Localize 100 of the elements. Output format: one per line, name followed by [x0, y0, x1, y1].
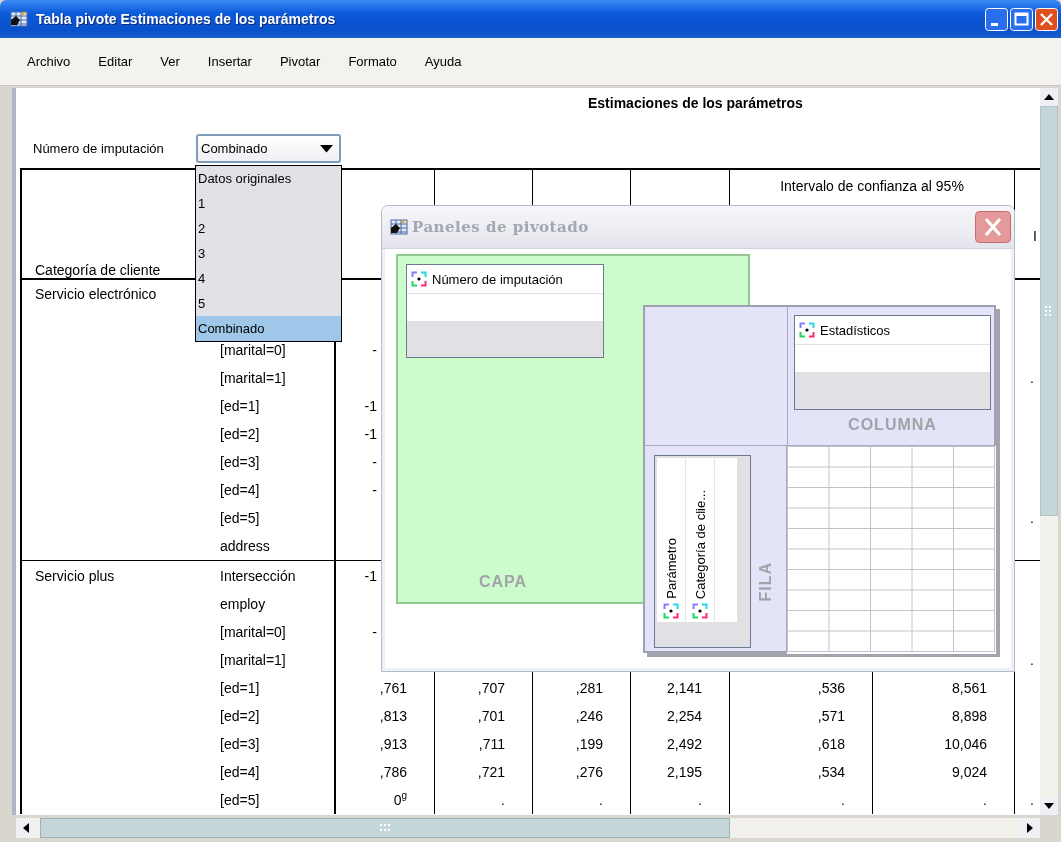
- minimize-button[interactable]: [985, 7, 1008, 31]
- table-cell: [ed=2]: [220, 708, 260, 724]
- table-cell: 8,561: [951, 680, 987, 696]
- menu-item[interactable]: Editar: [89, 52, 142, 71]
- scroll-thumb[interactable]: [1040, 106, 1058, 516]
- menu-item[interactable]: Pivotar: [270, 52, 330, 71]
- table-cell: 8,898: [951, 708, 987, 724]
- table-cell: ,281: [575, 680, 603, 696]
- scroll-thumb[interactable]: [40, 818, 730, 838]
- table-cell: 2,492: [666, 736, 702, 752]
- table-cell: ,707: [477, 680, 505, 696]
- table-cell: ,199: [575, 736, 603, 752]
- table-cell: Intersección: [220, 567, 296, 584]
- column-header: I: [1033, 228, 1037, 244]
- pivot-icon: [799, 322, 815, 338]
- table-cell: ,761: [379, 680, 407, 696]
- menu-item[interactable]: Formato: [339, 52, 406, 71]
- table-cell: 0$^{g}$: [393, 792, 407, 808]
- scroll-down-button[interactable]: [1040, 797, 1058, 815]
- table-cell: ,536: [817, 680, 845, 696]
- table-cell: [ed=3]: [220, 454, 260, 470]
- maximize-button[interactable]: [1010, 7, 1033, 31]
- table-cell: -1: [364, 426, 377, 442]
- table-cell: employ: [220, 596, 266, 612]
- dropdown-option[interactable]: 5: [196, 291, 341, 316]
- panel-label: COLUMNA: [848, 416, 937, 434]
- table-cell: -: [372, 482, 377, 498]
- table-cell: ,571: [817, 708, 845, 724]
- table-cell: -: [372, 342, 377, 358]
- close-button[interactable]: [975, 211, 1011, 243]
- table-cell: 2,254: [666, 708, 702, 724]
- pivot-icon: [692, 603, 708, 619]
- dropdown-option[interactable]: 4: [196, 266, 341, 291]
- table-cell: 9,024: [951, 764, 987, 780]
- table-cell: ,534: [817, 764, 845, 780]
- pivot-icon: [663, 603, 679, 619]
- table-cell: [marital=0]: [220, 342, 286, 358]
- table-cell: .: [1030, 792, 1034, 808]
- table-cell: Servicio electrónico: [35, 286, 157, 302]
- table-cell: [marital=1]: [220, 652, 286, 668]
- window-icon: [10, 11, 28, 27]
- table-cell: -: [372, 624, 377, 640]
- table-cell: address: [220, 538, 270, 554]
- table-cell: .: [599, 792, 603, 808]
- table-cell: .: [1030, 510, 1034, 526]
- scroll-left-button[interactable]: [16, 818, 36, 838]
- table-cell: [ed=1]: [220, 398, 260, 414]
- table-cell: ,813: [379, 708, 407, 724]
- table-cell: [ed=4]: [220, 482, 260, 498]
- layer-dropdown[interactable]: Combinado: [196, 134, 341, 163]
- table-cell: [marital=0]: [220, 624, 286, 640]
- menu-item[interactable]: Insertar: [198, 52, 261, 71]
- table-cell: ,711: [478, 736, 505, 752]
- menu-item[interactable]: Ayuda: [415, 52, 471, 71]
- layer-label: Número de imputación: [33, 141, 165, 156]
- dimension-item[interactable]: Categoría de clie...: [686, 458, 715, 622]
- table-cell: [ed=4]: [220, 764, 260, 780]
- table-cell: -1: [364, 567, 377, 584]
- scroll-right-button[interactable]: [1020, 818, 1040, 838]
- table-cell: .: [1030, 370, 1034, 386]
- table-cell: [marital=1]: [220, 370, 286, 386]
- dialog-title: Paneles de pivotado: [412, 218, 590, 236]
- table-cell: [ed=2]: [220, 426, 260, 442]
- table-cell: 10,046: [944, 736, 987, 752]
- scroll-up-button[interactable]: [1040, 88, 1058, 106]
- table-cell: ,276: [575, 764, 603, 780]
- table-cell: [ed=5]: [220, 510, 260, 526]
- table-cell: ,701: [477, 708, 505, 724]
- dropdown-option[interactable]: Datos originales: [196, 166, 341, 191]
- table-cell: .: [698, 792, 702, 808]
- column-header: Intervalo de confianza al 95%: [780, 178, 964, 194]
- table-title: Estimaciones de los parámetros: [588, 95, 803, 111]
- window-title: Tabla pivote Estimaciones de los parámetros: [36, 11, 337, 27]
- table-cell: -1: [364, 398, 377, 414]
- dropdown-option[interactable]: 1: [196, 191, 341, 216]
- dropdown-option[interactable]: 2: [196, 216, 341, 241]
- table-cell: .: [1030, 652, 1034, 668]
- table-cell: ,786: [379, 764, 407, 780]
- table-cell: [ed=5]: [220, 792, 260, 808]
- menu-item[interactable]: Archivo: [18, 52, 80, 71]
- table-cell: [ed=1]: [220, 680, 260, 696]
- caret-icon: [320, 144, 333, 153]
- table-cell: 2,195: [666, 764, 702, 780]
- table-cell: .: [841, 792, 845, 808]
- panel-label: FILA: [757, 561, 775, 602]
- table-cell: .: [983, 792, 987, 808]
- table-cell: ,913: [379, 736, 407, 752]
- table-cell: -: [372, 454, 377, 470]
- table-cell: ,618: [817, 736, 845, 752]
- pivot-icon: [411, 271, 427, 287]
- table-cell: ,721: [477, 764, 505, 780]
- table-cell: .: [501, 792, 505, 808]
- table-cell: Servicio plus: [35, 567, 115, 584]
- dropdown-option[interactable]: Combinado: [196, 316, 341, 341]
- column-header: Categoría de cliente: [35, 262, 161, 278]
- table-cell: ,246: [575, 708, 603, 724]
- menu-item[interactable]: Ver: [151, 52, 189, 71]
- dropdown-option[interactable]: 3: [196, 241, 341, 266]
- dimension-item[interactable]: Parámetro: [657, 458, 686, 622]
- table-cell: 2,141: [666, 680, 702, 696]
